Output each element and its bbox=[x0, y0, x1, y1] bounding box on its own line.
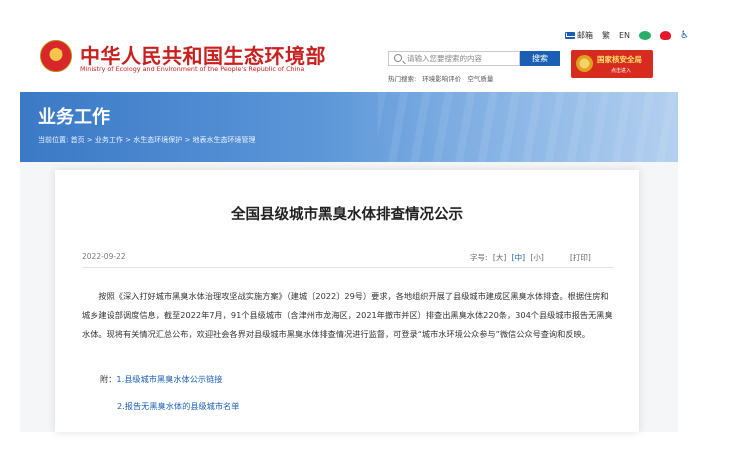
weibo-icon bbox=[660, 31, 672, 40]
weibo-link[interactable] bbox=[660, 31, 672, 40]
attachment-prefix: 附： bbox=[100, 374, 117, 384]
font-size-label: 字号: bbox=[470, 253, 488, 262]
search-box bbox=[388, 51, 520, 66]
accessibility-link[interactable]: ♿ bbox=[680, 30, 689, 41]
font-size-control: 字号: [大] [中] [小] bbox=[470, 252, 544, 263]
search-button[interactable]: 搜索 bbox=[520, 51, 560, 66]
hot-search: 热门搜索: 环境影响评价 空气质量 bbox=[388, 73, 497, 83]
hot-search-item[interactable]: 空气质量 bbox=[467, 75, 493, 83]
search-input[interactable] bbox=[407, 52, 517, 65]
accessibility-icon: ♿ bbox=[680, 30, 689, 41]
site-header: 中华人民共和国生态环境部 Ministry of Ecology and Env… bbox=[0, 0, 735, 92]
national-emblem-icon[interactable] bbox=[40, 40, 72, 72]
article-body: 按照《深入打好城市黑臭水体治理攻坚战实施方案》（建城〔2022〕29号）要求，各… bbox=[82, 291, 613, 339]
font-size-medium[interactable]: [中] bbox=[512, 253, 525, 262]
badge-title: 国家核安全局 bbox=[597, 55, 642, 64]
hot-search-item[interactable]: 环境影响评价 bbox=[422, 75, 461, 83]
top-links: 邮箱 繁 EN ♿ bbox=[564, 30, 689, 41]
attachment-row: 附：1.县级城市黑臭水体公示链接 bbox=[100, 373, 222, 385]
mail-icon bbox=[564, 32, 575, 39]
english-link[interactable]: EN bbox=[619, 31, 630, 40]
search-icon bbox=[394, 54, 402, 62]
attachment-row: 2.报告无黑臭水体的县级城市名单 bbox=[117, 400, 239, 412]
badge-emblem-icon bbox=[576, 55, 593, 72]
section-banner: 业务工作 当前位置: 首页 > 业务工作 > 水生态环境保护 > 地表水生态环境… bbox=[20, 92, 678, 162]
section-title: 业务工作 bbox=[38, 107, 110, 128]
traditional-chinese-link[interactable]: 繁 bbox=[602, 30, 610, 41]
font-size-large[interactable]: [大] bbox=[493, 253, 506, 262]
wechat-icon bbox=[639, 31, 652, 40]
attachment-link[interactable]: 2.报告无黑臭水体的县级城市名单 bbox=[117, 401, 239, 411]
article-date: 2022-09-22 bbox=[82, 252, 126, 261]
hot-search-label: 热门搜索: bbox=[388, 75, 417, 83]
font-size-small[interactable]: [小] bbox=[530, 253, 543, 262]
mail-link-label: 邮箱 bbox=[576, 31, 593, 40]
breadcrumb[interactable]: 当前位置: 首页 > 业务工作 > 水生态环境保护 > 地表水生态环境管理 bbox=[38, 135, 256, 145]
divider bbox=[82, 267, 614, 268]
site-subtitle: Ministry of Ecology and Environment of t… bbox=[80, 65, 305, 73]
attachment-link[interactable]: 1.县级城市黑臭水体公示链接 bbox=[116, 374, 222, 384]
nuclear-safety-badge[interactable]: 国家核安全局 点击进入 bbox=[571, 50, 653, 78]
article-card: 全国县级城市黑臭水体排查情况公示 2022-09-22 字号: [大] [中] … bbox=[55, 170, 639, 432]
print-link[interactable]: [打印] bbox=[570, 252, 591, 263]
mail-link[interactable]: 邮箱 bbox=[564, 30, 593, 41]
badge-subtitle: 点击进入 bbox=[611, 68, 632, 74]
article-title: 全国县级城市黑臭水体排查情况公示 bbox=[231, 207, 463, 223]
wechat-link[interactable] bbox=[639, 31, 652, 40]
